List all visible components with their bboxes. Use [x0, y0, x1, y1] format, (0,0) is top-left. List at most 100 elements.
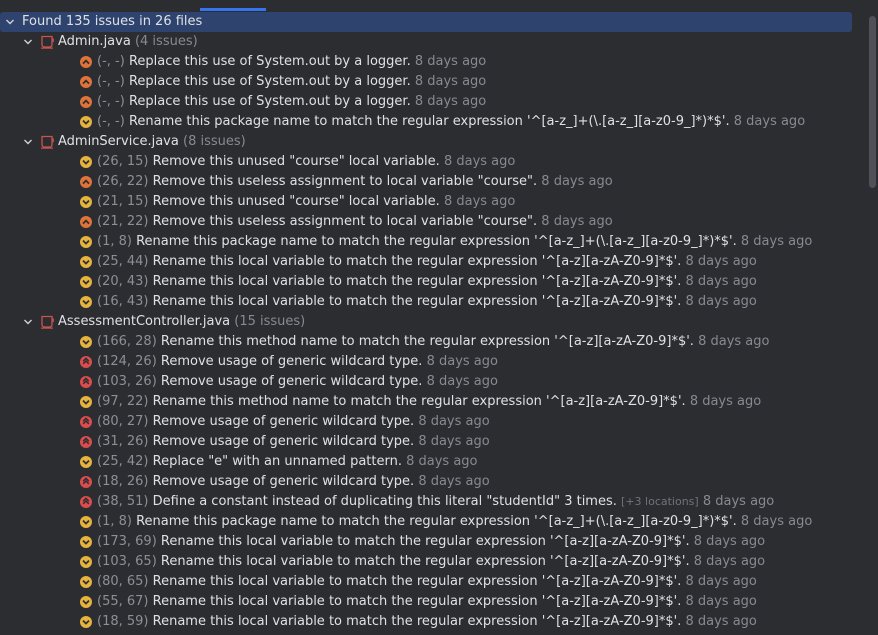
issue-message: Replace this use of System.out by a logg… — [128, 94, 411, 109]
severity-major-icon — [79, 175, 93, 189]
issue-count: (4 issues) — [134, 34, 198, 49]
issue-message: Rename this local variable to match the … — [160, 534, 690, 549]
issue-age: 8 days ago — [740, 514, 813, 529]
issue-age: 8 days ago — [698, 334, 770, 349]
issue-row[interactable]: (26, 22) Remove this useless assignment … — [0, 172, 866, 192]
issue-row[interactable]: (-, -) Replace this use of System.out by… — [0, 92, 866, 112]
file-node[interactable]: AssessmentController.java (15 issues) — [0, 312, 866, 332]
severity-major-icon — [79, 75, 93, 89]
issue-row[interactable]: (26, 15) Remove this unused "course" loc… — [0, 152, 866, 172]
issue-location: (80, 27) — [97, 414, 149, 429]
chevron-down-icon[interactable] — [21, 32, 35, 52]
severity-minor-icon — [79, 395, 93, 409]
severity-minor-icon — [79, 335, 93, 349]
issue-row[interactable]: (103, 26) Remove usage of generic wildca… — [0, 372, 866, 392]
java-file-icon — [40, 35, 54, 49]
issue-location: (21, 15) — [97, 194, 149, 209]
issue-row[interactable]: (103, 65) Rename this local variable to … — [0, 552, 866, 572]
vertical-scrollbar[interactable] — [866, 12, 878, 635]
issue-row[interactable]: (97, 22) Rename this method name to matc… — [0, 392, 866, 412]
issue-row[interactable]: (166, 28) Rename this method name to mat… — [0, 332, 866, 352]
issue-row[interactable]: (80, 27) Remove usage of generic wildcar… — [0, 412, 866, 432]
chevron-down-icon[interactable] — [21, 312, 35, 332]
file-name: AdminService.java — [58, 134, 179, 149]
issue-age: 8 days ago — [443, 194, 516, 209]
chevron-down-icon[interactable] — [3, 12, 17, 32]
severity-minor-icon — [79, 615, 93, 629]
severity-minor-icon — [79, 195, 93, 209]
issue-message: Rename this package name to match the re… — [128, 114, 730, 129]
issue-age: 8 days ago — [406, 454, 478, 469]
active-tab-indicator — [200, 8, 266, 11]
issue-message: Rename this local variable to match the … — [152, 594, 682, 609]
issue-location: (97, 22) — [97, 394, 149, 409]
issue-location: (103, 65) — [97, 554, 157, 569]
issue-message: Remove usage of generic wildcard type. — [160, 374, 423, 389]
issue-location: (55, 67) — [97, 594, 149, 609]
severity-minor-icon — [79, 155, 93, 169]
severity-minor-icon — [79, 115, 93, 129]
issue-row[interactable]: (-, -) Rename this package name to match… — [0, 112, 866, 132]
issue-row[interactable]: (20, 43) Rename this local variable to m… — [0, 272, 866, 292]
issue-location: (1, 8) — [97, 514, 132, 529]
severity-critical-icon — [79, 475, 93, 489]
issue-row[interactable]: (25, 44) Rename this local variable to m… — [0, 252, 866, 272]
issue-message: Remove usage of generic wildcard type. — [152, 474, 415, 489]
issue-age: 8 days ago — [414, 74, 487, 89]
issue-message: Rename this local variable to match the … — [152, 614, 682, 629]
issue-row[interactable]: (1, 8) Rename this package name to match… — [0, 232, 866, 252]
issue-message: Remove this unused "course" local variab… — [152, 194, 440, 209]
issue-row[interactable]: (1, 8) Rename this package name to match… — [0, 512, 866, 532]
issue-message: Replace "e" with an unnamed pattern. — [152, 454, 402, 469]
file-node[interactable]: AdminService.java (8 issues) — [0, 132, 866, 152]
severity-minor-icon — [79, 575, 93, 589]
issue-age: 8 days ago — [418, 414, 490, 429]
issue-location: (1, 8) — [97, 234, 132, 249]
issue-message: Remove this unused "course" local variab… — [152, 154, 440, 169]
issue-location: (173, 69) — [97, 534, 157, 549]
issue-location: (26, 22) — [97, 174, 149, 189]
file-name: AssessmentController.java — [58, 314, 231, 329]
issue-row[interactable]: (173, 69) Rename this local variable to … — [0, 532, 866, 552]
issue-message: Remove usage of generic wildcard type. — [152, 414, 415, 429]
severity-major-icon — [79, 55, 93, 69]
severity-minor-icon — [79, 235, 93, 249]
severity-minor-icon — [79, 595, 93, 609]
issue-row[interactable]: (25, 42) Replace "e" with an unnamed pat… — [0, 452, 866, 472]
issue-message: Rename this local variable to match the … — [160, 554, 690, 569]
issue-location: (25, 42) — [97, 454, 149, 469]
issue-age: 8 days ago — [541, 174, 613, 189]
severity-major-icon — [79, 95, 93, 109]
issue-row[interactable]: (-, -) Replace this use of System.out by… — [0, 52, 866, 72]
issue-age: 8 days ago — [733, 114, 806, 129]
issue-location: (18, 26) — [97, 474, 149, 489]
issue-row[interactable]: (21, 15) Remove this unused "course" loc… — [0, 192, 866, 212]
issue-row[interactable]: (55, 67) Rename this local variable to m… — [0, 592, 866, 612]
issue-row[interactable]: (80, 65) Rename this local variable to m… — [0, 572, 866, 592]
chevron-down-icon[interactable] — [21, 132, 35, 152]
issue-row[interactable]: (18, 26) Remove usage of generic wildcar… — [0, 472, 866, 492]
issue-age: 8 days ago — [693, 554, 766, 569]
file-node[interactable]: Admin.java (4 issues) — [0, 32, 866, 52]
issue-row[interactable]: (16, 43) Rename this local variable to m… — [0, 292, 866, 312]
issue-location: (26, 15) — [97, 154, 149, 169]
issues-summary: Found 135 issues in 26 files — [22, 14, 203, 29]
issue-row[interactable]: (18, 59) Rename this local variable to m… — [0, 612, 866, 632]
issue-row[interactable]: (21, 22) Remove this useless assignment … — [0, 212, 866, 232]
extra-locations: [+3 locations] — [621, 495, 699, 508]
issue-row[interactable]: (124, 26) Remove usage of generic wildca… — [0, 352, 866, 372]
issue-row[interactable]: (38, 51) Define a constant instead of du… — [0, 492, 866, 512]
issue-age: 8 days ago — [685, 294, 757, 309]
severity-critical-icon — [79, 415, 93, 429]
issues-root-node[interactable]: Found 135 issues in 26 files — [0, 12, 852, 32]
severity-minor-icon — [79, 275, 93, 289]
severity-minor-icon — [79, 555, 93, 569]
issue-count: (15 issues) — [234, 314, 306, 329]
issue-row[interactable]: (31, 26) Remove usage of generic wildcar… — [0, 432, 866, 452]
issue-age: 8 days ago — [702, 494, 775, 509]
scrollbar-thumb[interactable] — [869, 16, 876, 188]
java-file-icon — [40, 315, 54, 329]
issue-row[interactable]: (-, -) Replace this use of System.out by… — [0, 72, 866, 92]
issue-age: 8 days ago — [685, 254, 757, 269]
issue-age: 8 days ago — [685, 614, 757, 629]
